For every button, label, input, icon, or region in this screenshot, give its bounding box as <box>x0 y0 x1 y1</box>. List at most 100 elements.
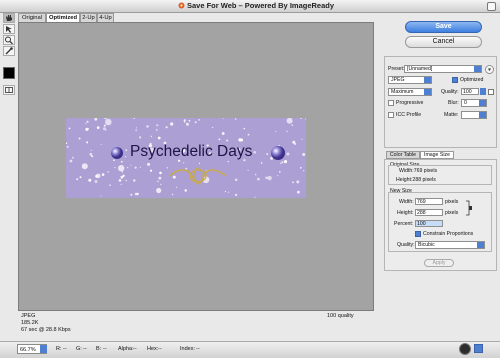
star-dot <box>234 178 238 182</box>
eyedropper-tool-icon[interactable] <box>3 46 15 56</box>
eyedropper-color-swatch[interactable] <box>3 67 15 79</box>
resample-quality-value: Bicubic <box>418 242 435 248</box>
star-dot <box>125 179 128 182</box>
star-dot <box>292 181 294 184</box>
constrain-proportions-checkbox[interactable] <box>415 231 421 237</box>
toggle-slices-icon[interactable] <box>3 85 15 95</box>
tab-original[interactable]: Original <box>18 13 46 22</box>
percent-field[interactable]: 100 <box>415 220 443 227</box>
star-dot <box>120 183 122 186</box>
star-dot <box>122 174 125 177</box>
star-dot <box>188 119 191 122</box>
window-title: Save For Web – Powered By ImageReady <box>187 1 335 10</box>
star-dot <box>85 122 87 125</box>
link-proportions-icon <box>466 200 472 216</box>
optimized-checkbox[interactable] <box>452 77 458 83</box>
constrain-proportions-label: Constrain Proportions <box>423 231 474 237</box>
star-dot <box>130 193 133 196</box>
save-button[interactable]: Save <box>405 21 482 33</box>
star-dot <box>104 118 107 120</box>
window-zoom-button[interactable] <box>487 2 496 11</box>
chevron-down-icon <box>424 77 431 83</box>
star-dot <box>297 190 300 194</box>
red-readout-label: R: <box>56 346 62 352</box>
chevron-down-icon <box>477 242 484 248</box>
browser-menu-chevron-icon[interactable] <box>474 344 483 353</box>
zoom-tool-icon[interactable] <box>3 35 15 45</box>
star-dot <box>86 141 89 144</box>
star-dot <box>218 138 221 141</box>
star-dot <box>243 127 246 130</box>
matte-select[interactable] <box>461 111 487 119</box>
star-dot <box>150 169 153 172</box>
resample-quality-select[interactable]: Bicubic <box>415 241 485 249</box>
star-dot <box>139 136 142 139</box>
original-height: Height:288 pixels <box>396 177 436 183</box>
imageready-app-icon <box>178 2 185 9</box>
tab-optimized[interactable]: Optimized <box>46 13 80 22</box>
width-field[interactable]: 769 <box>415 198 443 205</box>
blur-field[interactable]: 0 <box>461 99 487 107</box>
star-dot <box>303 170 305 172</box>
star-dot <box>238 138 242 142</box>
left-orb <box>111 147 123 159</box>
star-dot <box>184 189 187 192</box>
status-bar <box>0 341 500 358</box>
star-dot <box>133 179 136 182</box>
quality-mask-icon[interactable] <box>488 89 494 95</box>
star-dot <box>292 140 296 144</box>
star-dot <box>103 124 106 127</box>
tab-image-size[interactable]: Image Size <box>420 151 454 159</box>
star-dot <box>81 163 88 170</box>
star-dot <box>158 176 162 180</box>
star-dot <box>66 142 68 145</box>
index-readout-value: -- <box>196 346 200 352</box>
chevron-down-icon[interactable] <box>40 345 47 353</box>
star-dot <box>183 119 186 122</box>
format-select[interactable]: JPEG <box>388 76 432 84</box>
progressive-checkbox[interactable] <box>388 100 394 106</box>
star-dot <box>265 176 268 180</box>
cancel-button[interactable]: Cancel <box>405 36 482 48</box>
star-dot <box>165 126 168 129</box>
star-dot <box>286 130 288 133</box>
icc-profile-checkbox[interactable] <box>388 112 394 118</box>
star-dot <box>253 151 256 154</box>
star-dot <box>186 122 189 126</box>
star-dot <box>234 118 237 120</box>
quality-slider-arrow-icon[interactable] <box>480 88 486 95</box>
tab-4-up[interactable]: 4-Up <box>97 13 114 22</box>
height-unit: pixels <box>445 210 459 216</box>
hand-tool-icon[interactable] <box>3 13 15 23</box>
star-dot <box>69 159 73 163</box>
star-dot <box>126 166 129 169</box>
star-dot <box>100 143 102 145</box>
star-dot <box>71 156 74 159</box>
apply-button[interactable]: Apply <box>424 259 454 267</box>
star-dot <box>155 129 158 131</box>
star-dot <box>247 133 250 136</box>
tab-2-up[interactable]: 2-Up <box>80 13 97 22</box>
star-dot <box>266 153 269 156</box>
preview-in-browser-icon[interactable] <box>459 343 471 355</box>
blue-readout-value: -- <box>103 346 107 352</box>
tab-color-table[interactable]: Color Table <box>386 151 420 159</box>
star-dot <box>278 170 281 173</box>
preset-select[interactable]: [Unnamed] <box>404 65 482 73</box>
star-dot <box>109 184 111 186</box>
blur-value: 0 <box>464 100 467 106</box>
height-field[interactable]: 288 <box>415 209 443 216</box>
star-dot <box>254 173 257 176</box>
preset-value: [Unnamed] <box>407 66 433 72</box>
image-info: JPEG 185.2K 67 sec @ 28.8 Kbps <box>21 313 71 333</box>
star-dot <box>125 149 128 152</box>
star-dot <box>135 129 137 132</box>
quality-field[interactable]: 100 <box>461 88 479 95</box>
optimized-label: Optimized <box>460 77 484 83</box>
star-dot <box>226 139 229 142</box>
slice-select-tool-icon[interactable] <box>3 24 15 34</box>
optimize-menu-icon[interactable] <box>485 65 494 74</box>
banner-title: Psychedelic Days <box>130 143 253 160</box>
quality-setting-select[interactable]: Maximum <box>388 88 432 96</box>
star-dot <box>194 121 197 124</box>
